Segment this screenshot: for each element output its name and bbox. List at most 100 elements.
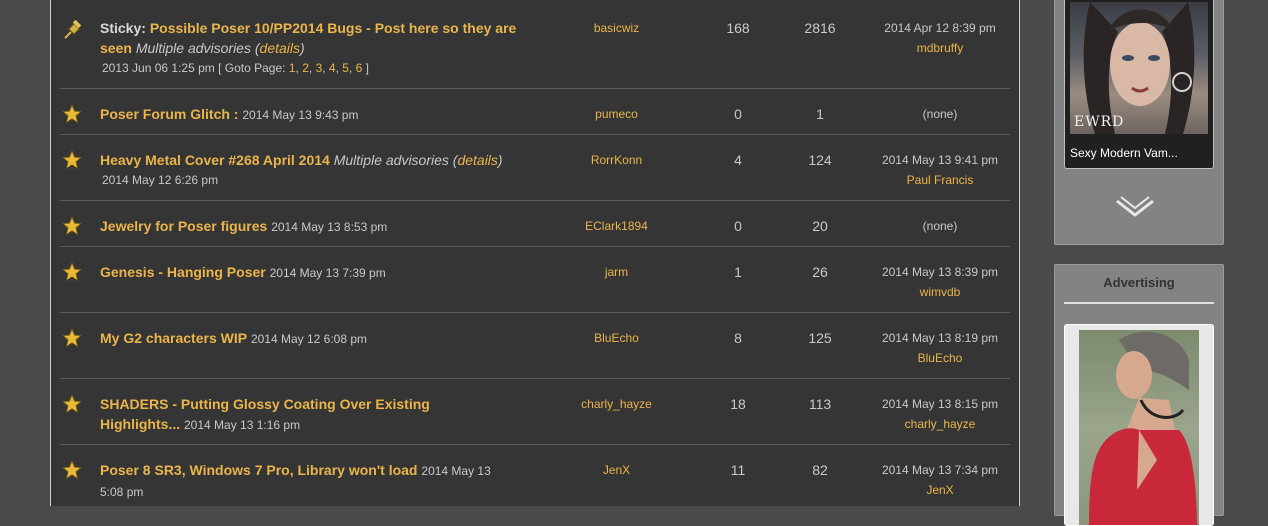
advisory-details-link[interactable]: details <box>260 40 300 56</box>
star-icon <box>61 327 83 348</box>
last-post-user-link[interactable]: Paul Francis <box>870 170 1010 190</box>
sticky-label: Sticky: <box>100 20 146 36</box>
page-links: 1, 2, 3, 4, 5, 6 <box>288 61 363 75</box>
topic-author-link[interactable]: pumeco <box>560 104 673 124</box>
advertising-card[interactable] <box>1064 324 1214 526</box>
topic-replies: 0 <box>734 218 742 234</box>
topic-date: 2014 May 12 6:08 pm <box>250 332 368 346</box>
star-icon <box>61 103 83 124</box>
last-post-user-link[interactable]: wimvdb <box>870 282 1010 302</box>
topic-title-link[interactable]: Jewelry for Poser figures <box>100 218 267 234</box>
page-link[interactable]: 5 <box>342 61 349 75</box>
star-icon <box>61 393 83 414</box>
last-post-cell: 2014 May 13 7:34 pm JenX <box>870 460 1010 500</box>
topic-row: SHADERS - Putting Glossy Coating Over Ex… <box>60 379 1010 445</box>
topic-replies: 4 <box>734 152 742 168</box>
topic-replies: 8 <box>734 330 742 346</box>
last-post-user-link[interactable]: charly_hayze <box>870 414 1010 434</box>
topic-replies: 0 <box>734 106 742 122</box>
topic-views: 1 <box>816 106 824 122</box>
topic-views: 125 <box>808 330 832 346</box>
topic-author-link[interactable]: BluEcho <box>560 328 673 348</box>
last-post-date: (none) <box>922 107 958 121</box>
advisory-details-link[interactable]: details <box>457 152 497 168</box>
topic-row: Poser Forum Glitch : 2014 May 13 9:43 pm… <box>60 89 1010 135</box>
topic-views: 26 <box>812 264 828 280</box>
topic-date: 2013 Jun 06 1:25 pm <box>102 61 215 75</box>
topic-author-link[interactable]: EClark1894 <box>560 216 673 236</box>
topic-cell: Poser Forum Glitch : 2014 May 13 9:43 pm <box>100 104 520 125</box>
product-caption[interactable]: Sexy Modern Vam... <box>1070 146 1178 160</box>
topic-row: Sticky: Possible Poser 10/PP2014 Bugs - … <box>60 0 1010 89</box>
topic-cell: Sticky: Possible Poser 10/PP2014 Bugs - … <box>100 18 520 78</box>
advertising-box: Advertising <box>1054 264 1224 526</box>
star-icon <box>61 149 83 170</box>
page-link[interactable]: 1 <box>289 61 296 75</box>
last-post-date: 2014 May 13 9:41 pm <box>881 153 999 167</box>
topic-row: Genesis - Hanging Poser 2014 May 13 7:39… <box>60 247 1010 313</box>
product-logo-text: EWRD <box>1074 114 1125 130</box>
topic-title-link[interactable]: My G2 characters WIP <box>100 330 247 346</box>
topic-cell: Heavy Metal Cover #268 April 2014 Multip… <box>100 150 520 190</box>
last-post-user-link[interactable]: JenX <box>870 480 1010 500</box>
star-icon <box>61 215 83 236</box>
product-thumbnail[interactable]: EWRD <box>1070 2 1208 134</box>
page-link[interactable]: 3 <box>316 61 323 75</box>
topic-author-link[interactable]: charly_hayze <box>560 394 673 414</box>
topic-meta: 2013 Jun 06 1:25 pm [ Goto Page: 1, 2, 3… <box>100 58 520 78</box>
topic-row: Heavy Metal Cover #268 April 2014 Multip… <box>60 135 1010 201</box>
topic-views: 2816 <box>804 20 836 36</box>
last-post-cell: 2014 May 13 8:19 pm BluEcho <box>870 328 1010 368</box>
topic-list-panel: Sticky: Possible Poser 10/PP2014 Bugs - … <box>50 0 1020 506</box>
topic-views: 113 <box>808 396 832 412</box>
topic-title-link[interactable]: Poser 8 SR3, Windows 7 Pro, Library won'… <box>100 462 418 478</box>
topic-date: 2014 May 13 8:53 pm <box>271 220 388 234</box>
advisory-text: Multiple advisories (details) <box>135 40 305 56</box>
last-post-user-link[interactable]: BluEcho <box>870 348 1010 368</box>
last-post-cell: 2014 May 13 8:15 pm charly_hayze <box>870 394 1010 434</box>
advisory-text: Multiple advisories (details) <box>333 152 503 168</box>
last-post-cell: 2014 Apr 12 8:39 pm mdbruffy <box>870 18 1010 58</box>
last-post-date: 2014 May 13 8:15 pm <box>881 397 999 411</box>
last-post-date: 2014 May 13 7:34 pm <box>881 463 999 477</box>
topic-cell: Genesis - Hanging Poser 2014 May 13 7:39… <box>100 262 520 283</box>
advertising-heading: Advertising <box>1103 275 1175 290</box>
topic-date: 2014 May 13 1:16 pm <box>184 418 301 432</box>
last-post-cell: (none) <box>870 216 1010 236</box>
topic-row: My G2 characters WIP 2014 May 12 6:08 pm… <box>60 313 1010 379</box>
advertising-image[interactable] <box>1079 330 1199 525</box>
topic-title-link[interactable]: Heavy Metal Cover #268 April 2014 <box>100 152 330 168</box>
last-post-user-link[interactable]: mdbruffy <box>870 38 1010 58</box>
page-link[interactable]: 6 <box>356 61 363 75</box>
topic-date: 2014 May 13 7:39 pm <box>269 266 386 280</box>
last-post-cell: 2014 May 13 8:39 pm wimvdb <box>870 262 1010 302</box>
last-post-cell: (none) <box>870 104 1010 124</box>
topic-author-link[interactable]: RorrKonn <box>560 150 673 170</box>
topic-title-link[interactable]: Poser Forum Glitch : <box>100 106 238 122</box>
topic-author-link[interactable]: JenX <box>560 460 673 480</box>
topic-cell: Jewelry for Poser figures 2014 May 13 8:… <box>100 216 520 237</box>
product-card[interactable]: EWRD Sexy Modern Vam... <box>1064 0 1214 169</box>
last-post-date: (none) <box>922 219 958 233</box>
page-link[interactable]: 2 <box>302 61 309 75</box>
topic-views: 82 <box>812 462 828 478</box>
last-post-date: 2014 Apr 12 8:39 pm <box>884 21 996 35</box>
page-link[interactable]: 4 <box>329 61 336 75</box>
star-icon <box>61 261 83 282</box>
last-post-cell: 2014 May 13 9:41 pm Paul Francis <box>870 150 1010 190</box>
chevron-down-icon[interactable] <box>1115 195 1155 221</box>
topic-cell: My G2 characters WIP 2014 May 12 6:08 pm <box>100 328 520 349</box>
goto-page-suffix: ] <box>365 61 370 75</box>
topic-row: Jewelry for Poser figures 2014 May 13 8:… <box>60 201 1010 247</box>
topic-title-link[interactable]: Genesis - Hanging Poser <box>100 264 266 280</box>
product-box: EWRD Sexy Modern Vam... <box>1054 0 1224 245</box>
last-post-date: 2014 May 13 8:19 pm <box>881 331 999 345</box>
topic-date: 2014 May 12 6:26 pm <box>102 173 219 187</box>
topic-cell: SHADERS - Putting Glossy Coating Over Ex… <box>100 394 460 435</box>
topic-author-link[interactable]: jarm <box>560 262 673 282</box>
last-post-date: 2014 May 13 8:39 pm <box>881 265 999 279</box>
topic-date: 2014 May 13 9:43 pm <box>242 108 359 122</box>
topic-author-link[interactable]: basicwiz <box>560 18 673 38</box>
topic-replies: 18 <box>730 396 746 412</box>
pushpin-icon <box>62 19 82 40</box>
